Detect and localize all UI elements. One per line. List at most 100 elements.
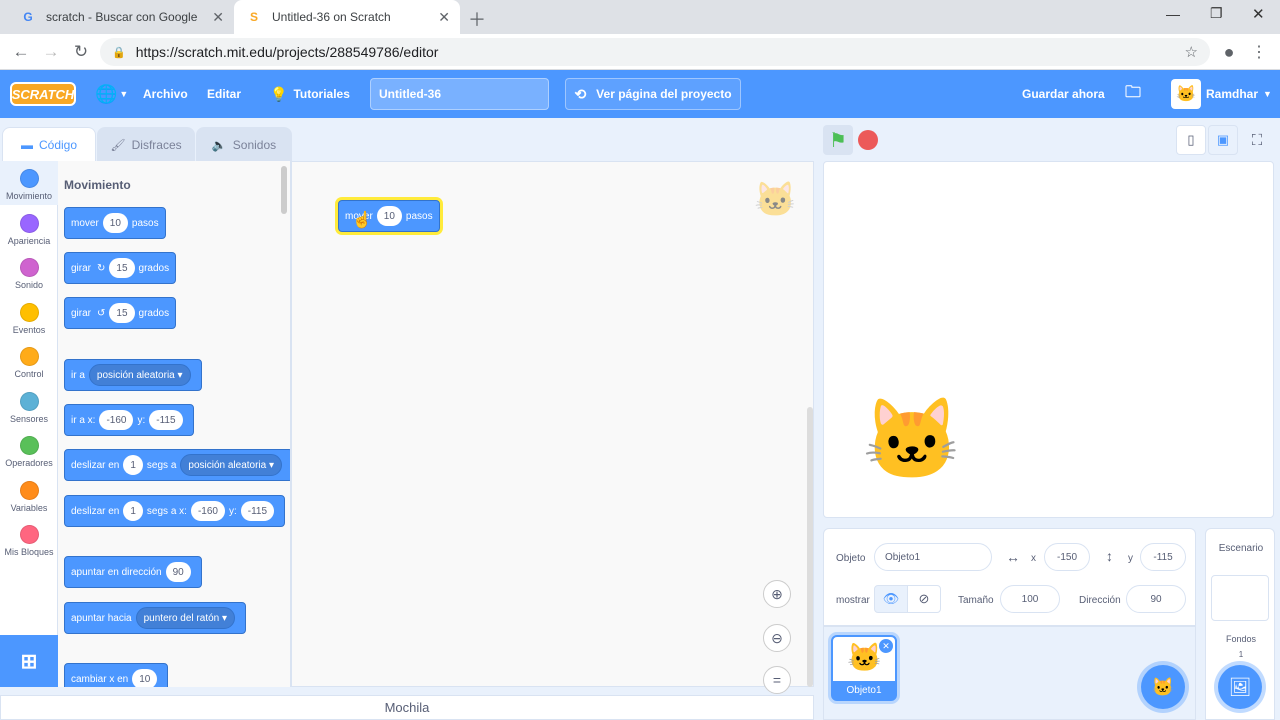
category-sound[interactable]: Sonido	[0, 250, 58, 294]
category-my-blocks[interactable]: Mis Bloques	[0, 517, 58, 561]
category-color-dot	[19, 481, 39, 500]
address-bar: ← → ↻ 🔒 https://scratch.mit.edu/projects…	[0, 34, 1280, 70]
menu-edit[interactable]: Editar	[207, 70, 241, 118]
block-glide-to-xy[interactable]: deslizar en 1 segs a x: -160 y: -115	[64, 495, 286, 527]
delete-sprite-icon[interactable]: ✕	[879, 639, 893, 653]
scratch-logo[interactable]: SCRATCH	[10, 82, 76, 106]
category-variables[interactable]: Variables	[0, 473, 58, 517]
add-extension-button[interactable]: ⊞	[0, 635, 58, 687]
block-input[interactable]: 90	[165, 562, 191, 582]
choose-backdrop-icon[interactable]: 🖼	[1218, 665, 1262, 709]
block-dropdown[interactable]: posición aleatoria ▾	[180, 454, 283, 476]
project-title-input[interactable]	[370, 78, 549, 110]
stop-icon[interactable]	[858, 130, 878, 150]
language-globe-icon[interactable]: 🌐 ▼	[95, 70, 128, 118]
block-move-steps[interactable]: mover 10 pasos	[64, 207, 166, 239]
forward-icon[interactable]: →	[38, 39, 64, 65]
tab-sounds[interactable]: 🔈 Sonidos	[196, 127, 292, 161]
palette-scrollbar[interactable]	[281, 166, 287, 214]
minimize-icon[interactable]: —	[1166, 6, 1180, 22]
fullscreen-icon[interactable]: ⛶	[1242, 125, 1272, 155]
green-flag-icon[interactable]: ⚑	[823, 125, 853, 155]
category-operators[interactable]: Operadores	[0, 428, 58, 472]
back-icon[interactable]: ←	[8, 39, 34, 65]
sprite-thumbnail[interactable]: 🐱 ✕ Objeto1	[831, 635, 897, 701]
block-input[interactable]: 10	[102, 213, 128, 233]
save-now-button[interactable]: Guardar ahora	[1022, 70, 1105, 118]
palette-heading: Movimiento	[64, 178, 131, 192]
account-menu[interactable]: Ramdhar ▼	[1206, 70, 1272, 118]
menu-tutorials[interactable]: 💡 Tutoriales	[270, 70, 350, 118]
block-go-to[interactable]: ir a posición aleatoria ▾	[64, 359, 202, 391]
block-palette: Movimiento mover 10 pasos girar ↻ 15 grados g…	[58, 161, 291, 687]
direction-input[interactable]	[1126, 585, 1186, 613]
block-input[interactable]: 1	[123, 455, 143, 475]
browser-tab-google[interactable]: G scratch - Buscar con Google ✕	[8, 0, 234, 34]
size-input[interactable]	[1000, 585, 1060, 613]
cat-sprite-icon[interactable]: 🐱	[862, 400, 962, 480]
block-glide-to[interactable]: deslizar en 1 segs a posición aleatoria ▾	[64, 449, 290, 481]
browser-tab-scratch[interactable]: S Untitled-36 on Scratch ✕	[234, 0, 460, 34]
block-dropdown[interactable]: puntero del ratón ▾	[135, 607, 236, 629]
block-input[interactable]: 10	[376, 206, 402, 226]
script-scrollbar[interactable]	[807, 407, 813, 687]
zoom-out-icon[interactable]: ⊖	[763, 624, 791, 652]
see-project-page-button[interactable]: ⟲ Ver página del proyecto	[565, 78, 741, 110]
block-input[interactable]: 15	[109, 258, 135, 278]
block-input[interactable]: 15	[109, 303, 135, 323]
block-input[interactable]: -160	[99, 410, 134, 430]
small-stage-icon[interactable]: ▯	[1176, 125, 1206, 155]
script-area[interactable]: mover 10 pasos ☝ 🐱 ⊕ ⊖ =	[291, 161, 814, 694]
block-input[interactable]: -115	[240, 501, 275, 521]
my-stuff-folder-icon[interactable]: 🗀	[1125, 70, 1141, 118]
block-turn-right[interactable]: girar ↻ 15 grados	[64, 252, 177, 284]
new-tab-icon[interactable]: ＋	[468, 6, 486, 32]
category-motion[interactable]: Movimiento	[0, 161, 58, 205]
close-tab-icon[interactable]: ✕	[438, 9, 450, 26]
large-stage-icon[interactable]: ▣	[1208, 125, 1238, 155]
category-events[interactable]: Eventos	[0, 295, 58, 339]
sprite-watermark-icon: 🐱	[754, 181, 797, 219]
backpack[interactable]: Mochila	[0, 695, 814, 720]
block-input[interactable]: -115	[149, 410, 183, 430]
block-go-to-xy[interactable]: ir a x: -160 y: -115	[64, 404, 194, 436]
url-text: https://scratch.mit.edu/projects/2885497…	[135, 44, 439, 60]
stage-canvas[interactable]: 🐱	[823, 161, 1274, 518]
tab-code[interactable]: ▬ Código	[2, 127, 96, 161]
block-dropdown[interactable]: posición aleatoria ▾	[88, 364, 191, 386]
scratch-menu-bar: SCRATCH 🌐▼ Archivo Editar 💡 Tutoriales ⟲…	[0, 70, 1280, 118]
block-input[interactable]: 10	[132, 669, 158, 687]
sprite-name-input[interactable]	[874, 543, 992, 571]
block-input[interactable]: 1	[123, 501, 143, 521]
hide-icon[interactable]: ⊘	[907, 585, 941, 613]
choose-sprite-icon[interactable]: 🐱	[1141, 665, 1185, 709]
window-close-icon[interactable]: ✕	[1252, 5, 1265, 23]
account-icon[interactable]: ●	[1216, 39, 1242, 65]
y-input[interactable]	[1140, 543, 1186, 571]
url-field[interactable]: 🔒 https://scratch.mit.edu/projects/28854…	[100, 38, 1210, 66]
backdrop-thumbnail[interactable]	[1211, 575, 1269, 621]
block-change-x[interactable]: cambiar x en 10	[64, 663, 169, 687]
block-turn-left[interactable]: girar ↺ 15 grados	[64, 297, 177, 329]
block-point-towards[interactable]: apuntar hacia puntero del ratón ▾	[64, 602, 247, 634]
tab-costumes[interactable]: 🖌 Disfraces	[97, 127, 195, 161]
category-looks[interactable]: Apariencia	[0, 206, 58, 250]
x-input[interactable]	[1044, 543, 1090, 571]
backdrops-count: 1	[1238, 650, 1244, 659]
show-visible-icon[interactable]: 👁	[874, 585, 908, 613]
more-menu-icon[interactable]: ⋮	[1246, 39, 1272, 65]
category-label: Control	[14, 369, 44, 379]
reload-icon[interactable]: ↻	[68, 39, 94, 65]
close-tab-icon[interactable]: ✕	[212, 9, 224, 26]
sprite-info-panel: Objeto ↔ x ↕ y mostrar 👁 ⊘ Tamaño Direcc…	[823, 528, 1196, 626]
menu-file[interactable]: Archivo	[143, 70, 188, 118]
bookmark-star-icon[interactable]: ☆	[1185, 43, 1198, 61]
category-sensing[interactable]: Sensores	[0, 384, 58, 428]
category-control[interactable]: Control	[0, 339, 58, 383]
zoom-reset-icon[interactable]: =	[763, 666, 791, 694]
block-input[interactable]: -160	[190, 501, 225, 521]
avatar[interactable]: 🐱	[1171, 79, 1201, 109]
zoom-in-icon[interactable]: ⊕	[763, 580, 791, 608]
maximize-icon[interactable]: ❐	[1210, 5, 1223, 22]
block-point-direction[interactable]: apuntar en dirección 90	[64, 556, 202, 588]
